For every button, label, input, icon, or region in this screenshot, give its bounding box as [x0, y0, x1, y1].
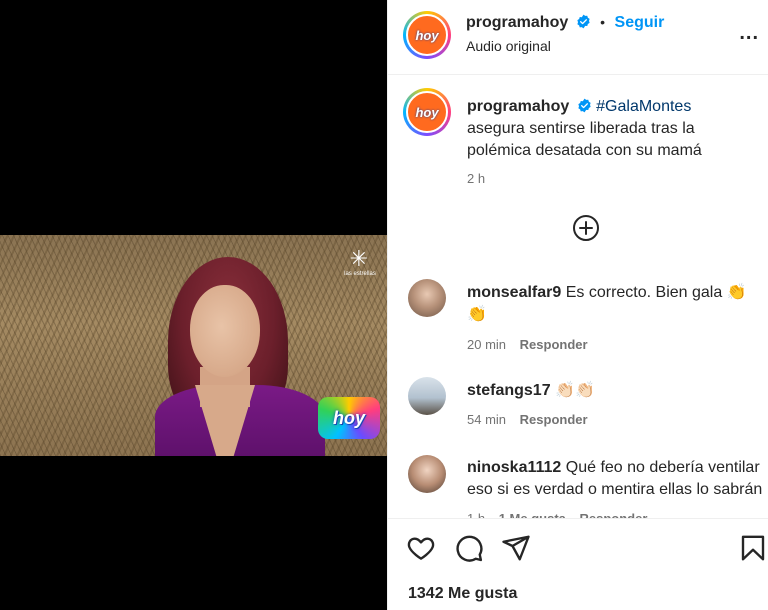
audio-original-link[interactable]: Audio original — [466, 38, 551, 54]
reply-button[interactable]: Responder — [520, 412, 588, 427]
author-username[interactable]: programahoy — [466, 14, 568, 31]
commenter-username[interactable]: monsealfar9 — [467, 284, 561, 301]
comment-text: Es correcto. Bien gala 👏 — [565, 284, 747, 301]
caption-hashtag[interactable]: #GalaMontes — [596, 98, 691, 115]
follow-button[interactable]: Seguir — [615, 14, 665, 31]
share-paper-plane-icon[interactable] — [501, 533, 531, 563]
commenter-avatar[interactable] — [408, 455, 446, 493]
watermark-text: las estrellas — [344, 271, 376, 277]
verified-badge-icon — [578, 98, 591, 113]
commenter-avatar[interactable] — [408, 377, 446, 415]
comment-text: 👏🏻👏🏻 — [555, 382, 595, 399]
verified-badge-icon — [577, 14, 590, 29]
comment-timestamp[interactable]: 20 min — [467, 337, 506, 352]
commenter-username[interactable]: ninoska1112 — [467, 459, 561, 476]
comment-timestamp[interactable]: 54 min — [467, 412, 506, 427]
reply-button[interactable]: Responder — [520, 337, 588, 352]
likes-count[interactable]: 1342 Me gusta — [408, 585, 517, 603]
caption-timestamp[interactable]: 2 h — [467, 171, 763, 186]
caption-text-line-2: polémica desatada con su mamá — [467, 142, 702, 159]
commenter-avatar[interactable] — [408, 279, 446, 317]
more-options-button[interactable]: ... — [739, 22, 759, 45]
author-avatar[interactable]: hoy — [403, 11, 451, 59]
las-estrellas-logo-icon: ✳ — [349, 246, 369, 271]
caption-username[interactable]: programahoy — [467, 98, 569, 115]
instagram-post-modal: ✳ las estrellas hoy hoy programahoy • Se… — [0, 0, 768, 610]
hoy-logo-bug: hoy — [318, 397, 380, 439]
avatar-logo-text: hoy — [415, 27, 439, 43]
separator-dot: • — [600, 14, 606, 30]
save-bookmark-icon[interactable] — [738, 533, 768, 563]
comment-text-continued: 👏 — [467, 306, 487, 323]
video-player[interactable]: ✳ las estrellas hoy — [0, 0, 387, 610]
comment-text: Qué feo no debería ventilar — [565, 459, 760, 476]
like-heart-icon[interactable] — [406, 533, 436, 563]
comment-bubble-icon[interactable] — [454, 533, 484, 563]
comment-text-continued: eso si es verdad o mentira ellas lo sabr… — [467, 481, 763, 498]
load-more-comments-icon[interactable] — [572, 214, 600, 242]
hoy-bug-text: hoy — [332, 407, 365, 428]
post-header: hoy programahoy • Seguir Audio original … — [388, 0, 768, 75]
video-frame[interactable]: ✳ las estrellas hoy — [0, 235, 387, 456]
caption-text-line-1: asegura sentirse liberada tras la — [467, 120, 695, 137]
avatar-logo-text: hoy — [415, 104, 439, 120]
post-side-panel: hoy programahoy • Seguir Audio original … — [387, 0, 768, 610]
commenter-username[interactable]: stefangs17 — [467, 382, 551, 399]
post-actions-bar: 1342 Me gusta — [388, 518, 768, 610]
video-person-face — [190, 285, 260, 377]
caption-avatar[interactable]: hoy — [403, 88, 451, 136]
